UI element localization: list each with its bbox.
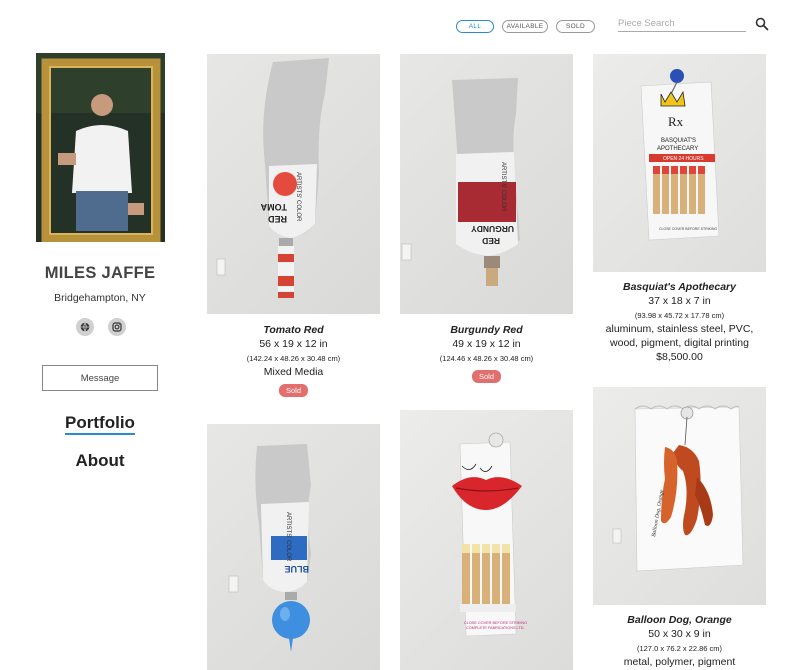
nav-portfolio-link[interactable]: Portfolio xyxy=(65,413,135,435)
artwork-dimensions-in: 37 x 18 x 7 in xyxy=(648,295,711,307)
artwork-image-balloon-dog-orange[interactable]: Balloon Dog, Orange xyxy=(593,387,766,605)
artwork-image-burgundy-red[interactable]: ARTISTS' COLOR URGUNDY RED xyxy=(400,54,573,314)
sold-badge: Sold xyxy=(278,384,308,397)
artist-name: MILES JAFFE xyxy=(44,264,156,282)
artwork-image-blue-tube[interactable]: ARTISTS' COLOR BLUE xyxy=(207,424,380,670)
artwork-caption: Basquiat's Apothecary 37 x 18 x 7 in (93… xyxy=(593,280,766,364)
artwork-image-basquiats-apothecary[interactable]: Rx BASQUIAT'S APOTHECARY OPEN 24 HOURS C… xyxy=(593,54,766,272)
search-icon[interactable] xyxy=(755,17,769,31)
tube-brand-text: ARTISTS' COLOR xyxy=(295,172,301,222)
social-links xyxy=(76,318,126,336)
piece-search-input[interactable] xyxy=(618,16,746,32)
artist-photo xyxy=(36,53,165,242)
tube-color-name: BLUE xyxy=(285,564,310,574)
matchbook-line-3: OPEN 24 HOURS xyxy=(663,156,704,162)
artwork-image-lips-matchbook[interactable]: CLOSE COVER BEFORE STRIKING COMPLETE FAB… xyxy=(400,410,573,670)
filter-bar: ALL AVAILABLE SOLD xyxy=(456,20,595,33)
artwork-title[interactable]: Basquiat's Apothecary xyxy=(593,280,766,294)
tube-brand-text: ARTISTS' COLOR xyxy=(285,512,291,562)
artwork-dimensions-cm: (93.98 x 45.72 x 17.78 cm) xyxy=(634,311,725,320)
artwork-title[interactable]: Balloon Dog, Orange xyxy=(593,613,766,627)
globe-icon[interactable] xyxy=(76,318,94,336)
artwork-medium-line-1: aluminum, stainless steel, PVC, xyxy=(605,323,754,335)
artwork-medium: Mixed Media xyxy=(263,366,324,378)
tube-color-name-1: TOMA xyxy=(260,202,287,212)
artist-location: Bridgehampton, NY xyxy=(54,292,146,304)
artwork-image-tomato-red[interactable]: ARTISTS' COLOR TOMA RED xyxy=(207,54,380,314)
artwork-dimensions-cm: (127.0 x 76.2 x 22.86 cm) xyxy=(636,644,723,653)
matchbook-fine-print-2: COMPLETE FABRICATIONS LTD. xyxy=(466,626,525,630)
tube-brand-text: ARTISTS' COLOR xyxy=(500,162,506,212)
matchbook-line-2: APOTHECARY xyxy=(657,146,698,152)
artwork-dimensions-cm: (142.24 x 48.26 x 30.48 cm) xyxy=(246,354,341,363)
matchbook-line-1: BASQUIAT'S xyxy=(661,138,696,144)
artwork-price: $8,500.00 xyxy=(656,351,703,363)
rx-label: Rx xyxy=(668,114,684,129)
artwork-medium-line-2: wood, pigment, digital printing xyxy=(610,337,749,349)
nav-portfolio: Portfolio xyxy=(0,413,200,435)
artwork-medium: metal, polymer, pigment xyxy=(623,656,736,668)
tube-color-name-1: URGUNDY xyxy=(471,224,514,234)
tube-color-name-2: RED xyxy=(482,236,500,246)
sold-badge: Sold xyxy=(471,370,501,383)
artwork-dimensions-in: 56 x 19 x 12 in xyxy=(259,338,328,350)
artwork-caption: Balloon Dog, Orange 50 x 30 x 9 in (127.… xyxy=(593,613,766,669)
artwork-caption: Tomato Red 56 x 19 x 12 in (142.24 x 48.… xyxy=(207,323,380,398)
artwork-dimensions-in: 50 x 30 x 9 in xyxy=(648,628,711,640)
filter-available-button[interactable]: AVAILABLE xyxy=(502,20,548,33)
filter-sold-button[interactable]: SOLD xyxy=(556,20,595,33)
filter-all-button[interactable]: ALL xyxy=(456,20,494,33)
artwork-caption: Burgundy Red 49 x 19 x 12 in (124.46 x 4… xyxy=(400,323,573,384)
message-button[interactable]: Message xyxy=(42,365,158,391)
artwork-title[interactable]: Tomato Red xyxy=(207,323,380,337)
instagram-icon[interactable] xyxy=(108,318,126,336)
nav-about-link[interactable]: About xyxy=(0,451,200,471)
artwork-dimensions-cm: (124.46 x 48.26 x 30.48 cm) xyxy=(439,354,534,363)
tube-color-name-2: RED xyxy=(267,214,287,224)
matchbook-fine-print-1: CLOSE COVER BEFORE STRIKING xyxy=(464,621,527,625)
artwork-dimensions-in: 49 x 19 x 12 in xyxy=(452,338,521,350)
artwork-title[interactable]: Burgundy Red xyxy=(400,323,573,337)
matchbook-fine-print: CLOSE COVER BEFORE STRIKING xyxy=(659,227,717,231)
